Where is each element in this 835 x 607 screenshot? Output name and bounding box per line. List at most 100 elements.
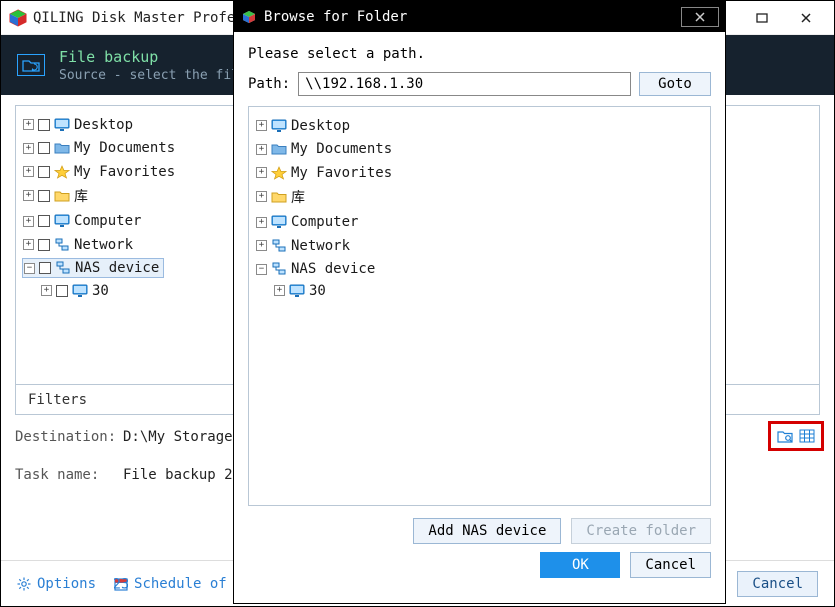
tree-item-label: Desktop (291, 118, 350, 134)
page-subtitle: Source - select the file (59, 68, 247, 83)
star-icon (54, 165, 70, 179)
tree-item-label: My Favorites (291, 165, 392, 181)
folder-icon (54, 141, 70, 155)
tree-item[interactable]: + Computer (255, 213, 362, 231)
tree-item-label: Computer (74, 213, 141, 229)
schedule-link[interactable]: 23 Schedule of (114, 576, 227, 592)
tree-item-label: Computer (291, 214, 358, 230)
tree-expander-icon[interactable]: − (256, 264, 267, 275)
goto-button[interactable]: Goto (639, 72, 711, 96)
tree-expander-icon[interactable]: + (256, 120, 267, 131)
dialog-ok-button[interactable]: OK (540, 552, 620, 578)
filters-label: Filters (28, 392, 87, 408)
tree-item[interactable]: +Desktop (22, 116, 137, 134)
network-icon (54, 238, 70, 252)
tree-checkbox[interactable] (38, 239, 50, 251)
tree-item-label: 库 (74, 186, 88, 206)
tree-item[interactable]: + My Documents (22, 139, 179, 157)
calendar-icon: 23 (114, 577, 128, 591)
tree-item[interactable]: + My Favorites (255, 164, 396, 182)
add-nas-button[interactable]: Add NAS device (413, 518, 561, 544)
options-link[interactable]: Options (17, 576, 96, 592)
folder-tree-panel: +Desktop+My Documents+My Favorites+库+Com… (248, 106, 711, 506)
tree-item[interactable]: + Network (255, 237, 354, 255)
dialog-titlebar: Browse for Folder (234, 2, 725, 32)
folder-tree[interactable]: +Desktop+My Documents+My Favorites+库+Com… (253, 113, 706, 304)
tree-item[interactable]: + Desktop (255, 117, 354, 135)
tree-checkbox[interactable] (38, 142, 50, 154)
main-cancel-button[interactable]: Cancel (737, 571, 818, 597)
tree-item[interactable]: +库 (22, 185, 92, 207)
network-icon (271, 239, 287, 253)
tree-item[interactable]: + Network (22, 236, 137, 254)
dialog-close-button[interactable] (681, 7, 719, 27)
tree-item-label: 库 (291, 187, 305, 207)
monitor-icon (54, 118, 70, 132)
app-logo-icon (9, 9, 27, 27)
monitor-icon (72, 284, 88, 298)
path-input[interactable] (298, 72, 631, 96)
dialog-prompt: Please select a path. (248, 46, 711, 62)
tree-checkbox[interactable] (38, 166, 50, 178)
tree-expander-icon[interactable]: + (23, 239, 34, 250)
tree-item-label: NAS device (291, 261, 375, 277)
monitor-icon (289, 284, 305, 298)
options-label: Options (37, 576, 96, 592)
tree-expander-icon[interactable]: + (41, 285, 52, 296)
window-close-button[interactable] (784, 6, 828, 30)
destination-actions-highlight (768, 421, 824, 451)
dialog-cancel-button[interactable]: Cancel (630, 552, 711, 578)
destination-label: Destination: (15, 429, 123, 445)
tree-item[interactable]: − NAS device (255, 260, 379, 278)
tree-checkbox[interactable] (38, 119, 50, 131)
tree-item[interactable]: +My Documents (255, 140, 396, 158)
tree-item-label: Network (74, 237, 133, 253)
tree-item-label: Network (291, 238, 350, 254)
tree-item-label: My Favorites (74, 164, 175, 180)
tree-expander-icon[interactable]: + (274, 285, 285, 296)
tree-item-label: My Documents (74, 140, 175, 156)
tree-item-label: NAS device (75, 260, 159, 276)
folder-yellow-icon (54, 189, 70, 203)
tree-checkbox[interactable] (56, 285, 68, 297)
window-maximize-button[interactable] (740, 6, 784, 30)
tree-expander-icon[interactable]: + (23, 216, 34, 227)
tree-expander-icon[interactable]: + (23, 119, 34, 130)
dialog-title: Browse for Folder (264, 9, 681, 25)
dialog-logo-icon (242, 10, 256, 24)
tree-expander-icon[interactable]: + (23, 143, 34, 154)
browse-folder-dialog: Browse for Folder Please select a path. … (233, 1, 726, 604)
tree-expander-icon[interactable]: − (24, 263, 35, 274)
tree-expander-icon[interactable]: + (256, 240, 267, 251)
path-label: Path: (248, 76, 290, 92)
monitor-icon (271, 215, 287, 229)
tree-checkbox[interactable] (38, 190, 50, 202)
schedule-label: Schedule of (134, 576, 227, 592)
tree-item-label: 30 (309, 283, 326, 299)
destination-value: D:\My Storage (123, 429, 233, 445)
tree-checkbox[interactable] (38, 215, 50, 227)
tree-item[interactable]: +30 (40, 282, 113, 300)
scheme-icon[interactable] (799, 428, 815, 444)
taskname-label: Task name: (15, 467, 123, 483)
tree-expander-icon[interactable]: + (256, 191, 267, 202)
monitor-icon (54, 214, 70, 228)
network-icon (271, 262, 287, 276)
tree-checkbox[interactable] (39, 262, 51, 274)
tree-item[interactable]: +库 (255, 186, 309, 208)
tree-item[interactable]: + My Favorites (22, 163, 179, 181)
monitor-icon (271, 119, 287, 133)
tree-item[interactable]: − NAS device (22, 258, 164, 278)
folder-yellow-icon (271, 190, 287, 204)
tree-expander-icon[interactable]: + (23, 166, 34, 177)
create-folder-button[interactable]: Create folder (571, 518, 711, 544)
tree-item[interactable]: +30 (273, 282, 330, 300)
tree-expander-icon[interactable]: + (256, 217, 267, 228)
browse-destination-icon[interactable] (777, 428, 793, 444)
tree-expander-icon[interactable]: + (256, 167, 267, 178)
tree-expander-icon[interactable]: + (23, 190, 34, 201)
tree-expander-icon[interactable]: + (256, 144, 267, 155)
tree-item[interactable]: + Computer (22, 212, 145, 230)
svg-text:23: 23 (114, 577, 128, 591)
star-icon (271, 166, 287, 180)
